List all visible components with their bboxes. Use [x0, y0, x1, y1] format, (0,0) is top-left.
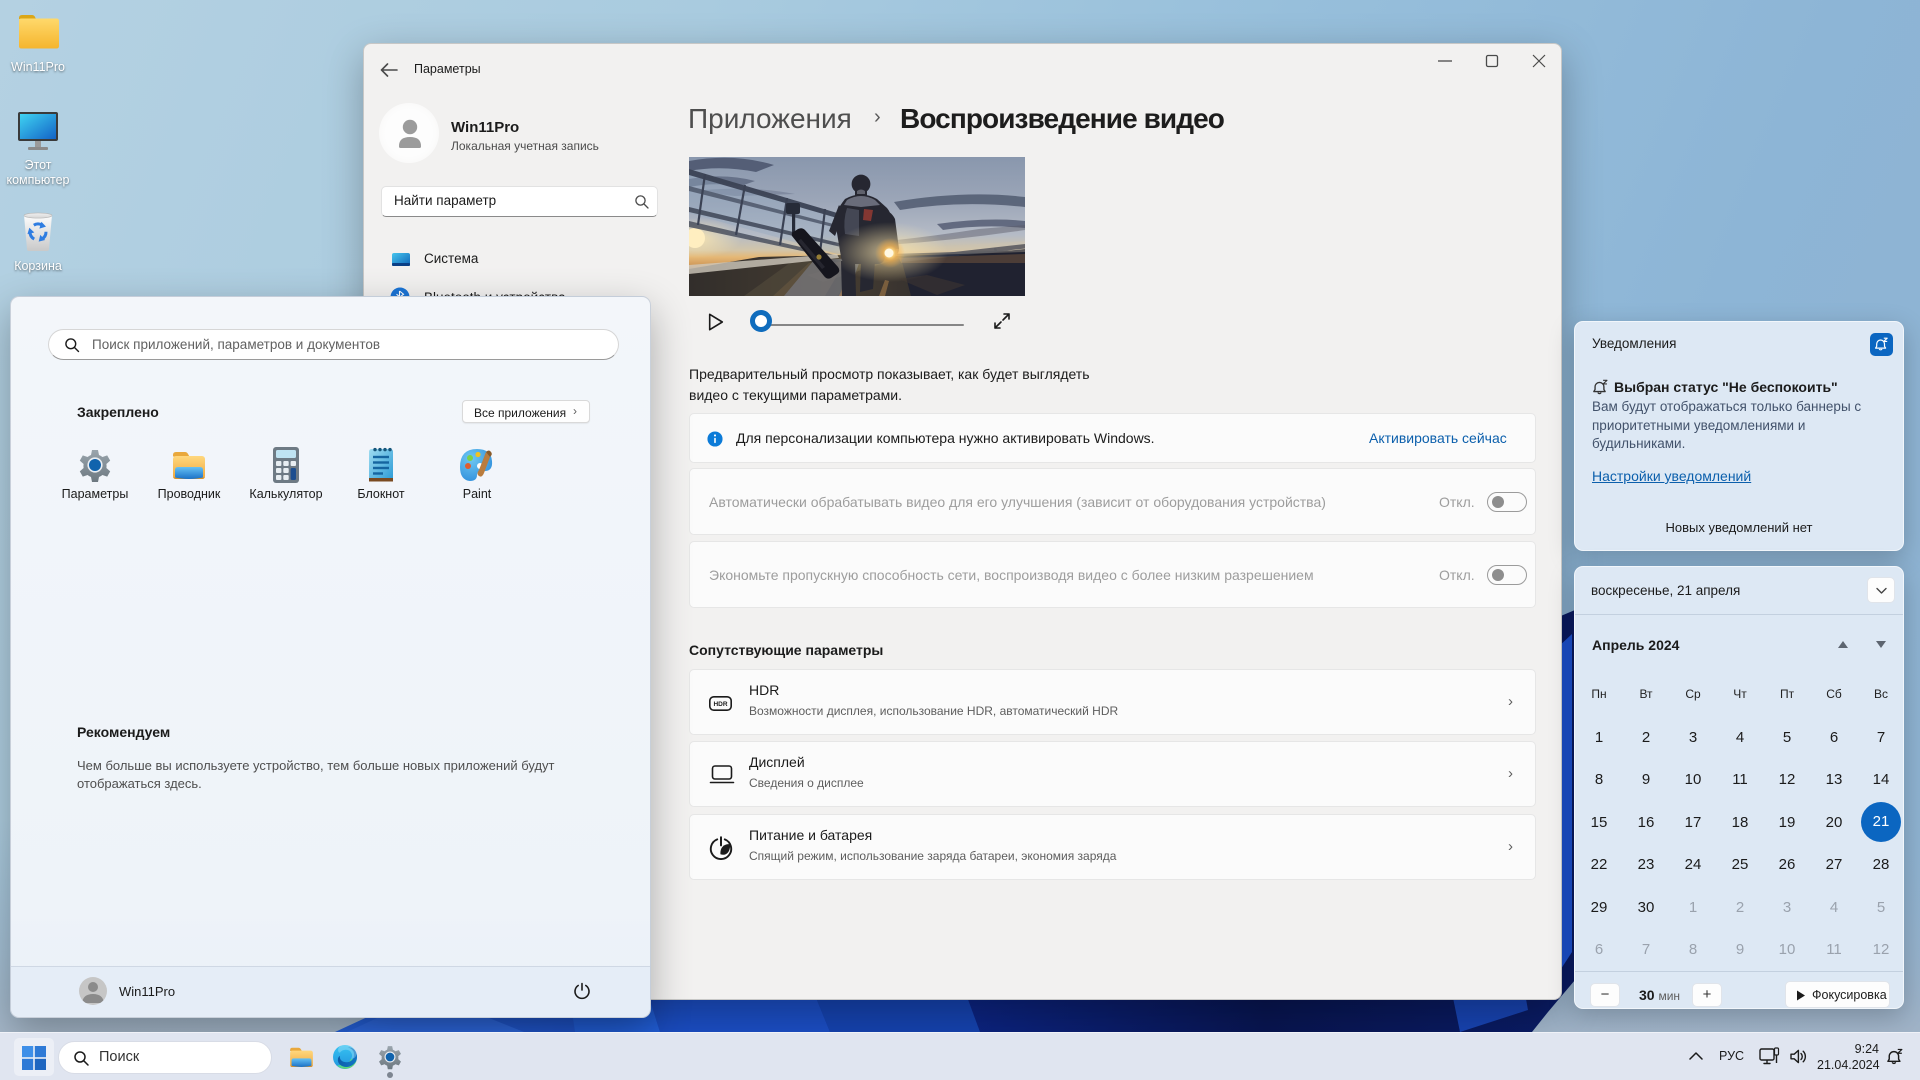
svg-text:HDR: HDR — [713, 701, 727, 708]
